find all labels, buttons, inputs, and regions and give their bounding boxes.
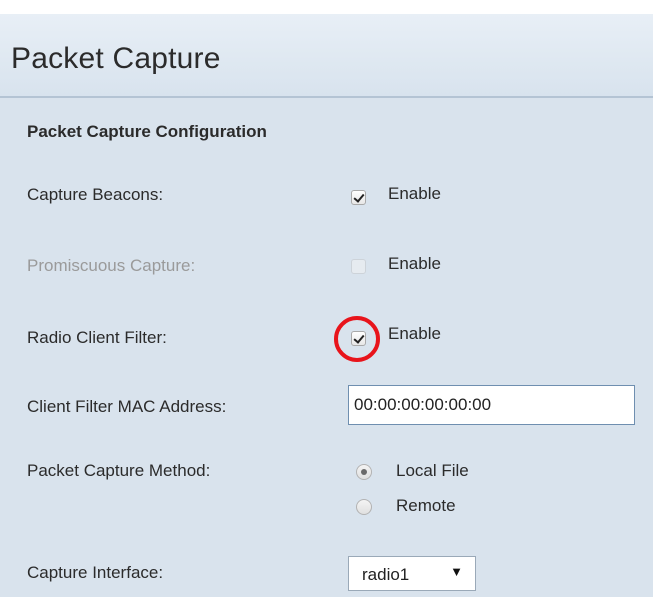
dropdown-arrow-icon: ▼ bbox=[450, 564, 463, 579]
promiscuous-capture-checkbox bbox=[351, 259, 366, 274]
client-filter-mac-input[interactable] bbox=[348, 385, 635, 425]
promiscuous-capture-label: Promiscuous Capture: bbox=[27, 256, 196, 275]
promiscuous-capture-enable-label: Enable bbox=[388, 254, 441, 273]
radio-selected-dot bbox=[361, 469, 367, 475]
local-file-radio[interactable] bbox=[356, 464, 372, 480]
capture-beacons-label: Capture Beacons: bbox=[27, 185, 164, 204]
capture-interface-value: radio1 bbox=[362, 565, 410, 584]
capture-beacons-checkbox[interactable] bbox=[351, 190, 366, 205]
radio-client-filter-enable-label[interactable]: Enable bbox=[388, 324, 441, 344]
client-filter-mac-label: Client Filter MAC Address: bbox=[27, 397, 227, 416]
capture-beacons-enable-label[interactable]: Enable bbox=[388, 184, 441, 204]
page-title: Packet Capture bbox=[11, 42, 221, 75]
capture-interface-label: Capture Interface: bbox=[27, 563, 164, 582]
capture-interface-select[interactable]: radio1 ▼ bbox=[348, 556, 476, 591]
packet-capture-method-label: Packet Capture Method: bbox=[27, 461, 211, 480]
page-header: Packet Capture bbox=[0, 14, 653, 98]
section-title: Packet Capture Configuration bbox=[27, 122, 267, 141]
remote-radio[interactable] bbox=[356, 499, 372, 515]
highlight-circle bbox=[334, 316, 380, 362]
packet-capture-page: Packet Capture Packet Capture Configurat… bbox=[0, 0, 653, 597]
checkmark-icon bbox=[353, 191, 365, 203]
remote-label[interactable]: Remote bbox=[396, 496, 456, 516]
radio-client-filter-label: Radio Client Filter: bbox=[27, 328, 167, 347]
packet-capture-configuration-panel: Packet Capture Configuration Capture Bea… bbox=[0, 98, 653, 597]
local-file-label[interactable]: Local File bbox=[396, 461, 469, 481]
